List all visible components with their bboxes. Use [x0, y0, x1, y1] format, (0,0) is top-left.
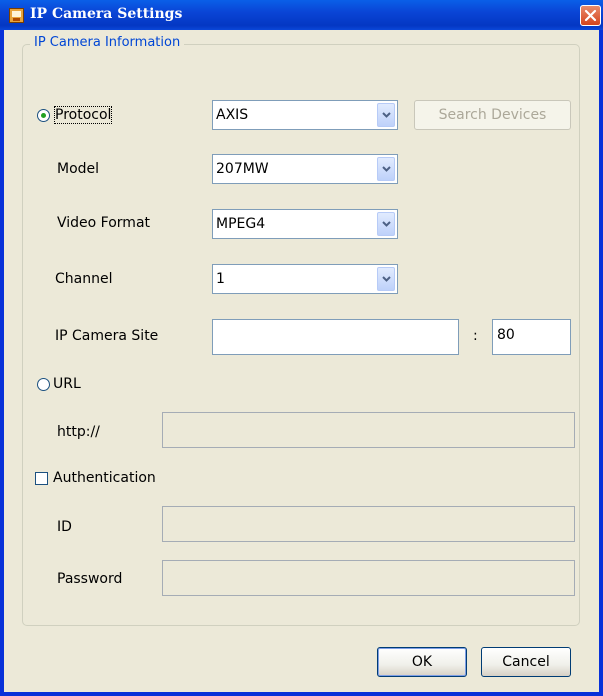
port-separator: :	[473, 328, 478, 344]
channel-label: Channel	[55, 271, 113, 287]
url-prefix-label: http://	[57, 424, 100, 440]
video-format-select[interactable]: MPEG4	[212, 209, 398, 239]
id-input[interactable]	[162, 506, 575, 542]
search-devices-button[interactable]: Search Devices	[414, 100, 571, 130]
model-value: 207MW	[216, 161, 269, 177]
authentication-label[interactable]: Authentication	[53, 470, 156, 486]
url-input[interactable]	[162, 412, 575, 448]
ip-camera-site-input[interactable]	[212, 319, 459, 355]
group-legend: IP Camera Information	[30, 35, 185, 50]
protocol-select[interactable]: AXIS	[212, 100, 398, 130]
channel-select[interactable]: 1	[212, 264, 398, 294]
protocol-label[interactable]: Protocol	[53, 106, 113, 124]
model-select[interactable]: 207MW	[212, 154, 398, 184]
port-value: 80	[497, 327, 515, 343]
ok-button[interactable]: OK	[377, 647, 467, 677]
id-label: ID	[57, 519, 72, 535]
password-input[interactable]	[162, 560, 575, 596]
url-label[interactable]: URL	[53, 376, 81, 392]
title-bar[interactable]: IP Camera Settings	[0, 0, 603, 30]
close-icon	[584, 9, 597, 22]
chevron-down-icon[interactable]	[377, 157, 395, 181]
url-radio[interactable]	[37, 378, 50, 391]
port-input[interactable]: 80	[492, 319, 571, 355]
cancel-button[interactable]: Cancel	[481, 647, 571, 677]
chevron-down-icon[interactable]	[377, 212, 395, 236]
video-format-label: Video Format	[57, 215, 151, 231]
window-title: IP Camera Settings	[30, 6, 183, 22]
protocol-radio[interactable]	[37, 109, 50, 122]
authentication-checkbox[interactable]	[35, 472, 48, 485]
chevron-down-icon[interactable]	[377, 103, 395, 127]
protocol-value: AXIS	[216, 107, 249, 123]
ip-camera-settings-dialog: IP Camera Settings IP Camera Information…	[0, 0, 603, 696]
app-icon	[9, 8, 24, 23]
ip-camera-site-label: IP Camera Site	[55, 328, 159, 344]
chevron-down-icon[interactable]	[377, 267, 395, 291]
password-label: Password	[57, 571, 123, 587]
close-button[interactable]	[580, 5, 601, 26]
channel-value: 1	[216, 271, 225, 287]
model-label: Model	[57, 161, 100, 177]
video-format-value: MPEG4	[216, 216, 266, 232]
